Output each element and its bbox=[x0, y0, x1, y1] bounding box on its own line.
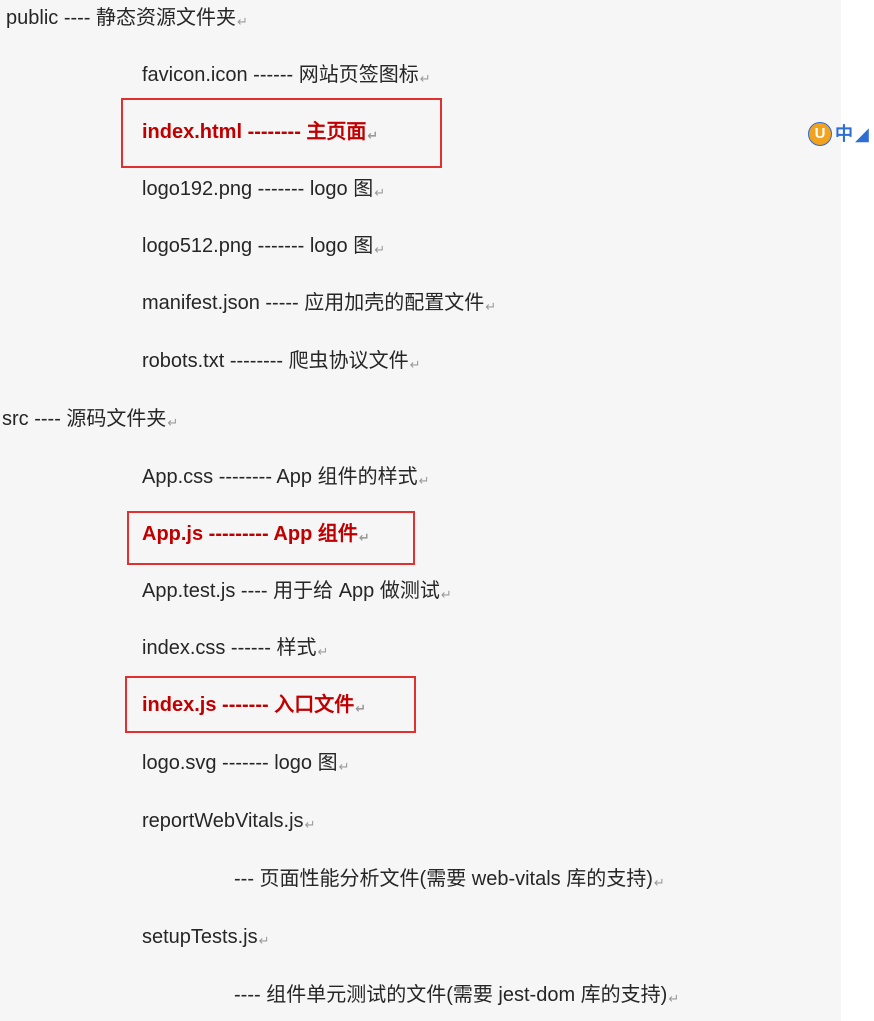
return-mark-icon: ↵ bbox=[485, 299, 497, 314]
return-mark-icon: ↵ bbox=[653, 875, 665, 890]
return-mark-icon: ↵ bbox=[258, 933, 270, 948]
doc-line-report-web-vitals: reportWebVitals.js↵ bbox=[142, 806, 315, 836]
doc-line-text: ---- 组件单元测试的文件(需要 jest-dom 库的支持) bbox=[234, 984, 668, 1006]
doc-line-text: src ---- 源码文件夹 bbox=[2, 408, 167, 430]
return-mark-icon: ↵ bbox=[419, 71, 431, 86]
doc-line-logo512: logo512.png ------- logo 图↵ bbox=[142, 231, 385, 261]
ime-logo-icon: U bbox=[808, 122, 832, 146]
return-mark-icon: ↵ bbox=[440, 587, 452, 602]
doc-line-setup-tests: setupTests.js↵ bbox=[142, 922, 270, 952]
doc-line-logo-svg: logo.svg ------- logo 图↵ bbox=[142, 748, 350, 778]
return-mark-icon: ↵ bbox=[358, 530, 370, 545]
doc-line-setup-tests-desc: ---- 组件单元测试的文件(需要 jest-dom 库的支持)↵ bbox=[234, 980, 679, 1010]
doc-line-text: logo.svg ------- logo 图 bbox=[142, 752, 338, 774]
doc-line-text: App.test.js ---- 用于给 App 做测试 bbox=[142, 580, 440, 602]
doc-line-index-html: index.html -------- 主页面↵ bbox=[142, 117, 378, 147]
return-mark-icon: ↵ bbox=[237, 14, 248, 29]
doc-line-text: App.css -------- App 组件的样式 bbox=[142, 466, 418, 488]
doc-line-text: index.css ------ 样式 bbox=[142, 637, 317, 659]
doc-line-text: reportWebVitals.js bbox=[142, 810, 304, 832]
doc-line-report-web-vitals-desc: --- 页面性能分析文件(需要 web-vitals 库的支持)↵ bbox=[234, 864, 665, 894]
return-mark-icon: ↵ bbox=[367, 128, 379, 143]
doc-line-favicon: favicon.icon ------ 网站页签图标↵ bbox=[142, 60, 431, 90]
doc-line-text: manifest.json ----- 应用加壳的配置文件 bbox=[142, 292, 485, 314]
doc-line-text: logo512.png ------- logo 图 bbox=[142, 235, 374, 257]
doc-line-text: logo192.png ------- logo 图 bbox=[142, 178, 374, 200]
return-mark-icon: ↵ bbox=[338, 759, 350, 774]
ime-mode-label: 中 bbox=[835, 124, 853, 145]
ime-moon-icon: ◢ bbox=[855, 124, 869, 145]
doc-line-manifest: manifest.json ----- 应用加壳的配置文件↵ bbox=[142, 288, 496, 318]
doc-line-text: setupTests.js bbox=[142, 926, 258, 948]
doc-line-text: App.js --------- App 组件 bbox=[142, 523, 358, 545]
doc-line-index-js: index.js ------- 入口文件↵ bbox=[142, 690, 366, 720]
return-mark-icon: ↵ bbox=[167, 415, 179, 430]
document-page: public ---- 静态资源文件夹↵ favicon.icon ------… bbox=[0, 0, 841, 1021]
doc-line-text: favicon.icon ------ 网站页签图标 bbox=[142, 64, 419, 86]
doc-line-text: robots.txt -------- 爬虫协议文件 bbox=[142, 350, 409, 372]
doc-line-index-css: index.css ------ 样式↵ bbox=[142, 633, 328, 663]
doc-line-app-js: App.js --------- App 组件↵ bbox=[142, 519, 370, 549]
return-mark-icon: ↵ bbox=[409, 357, 421, 372]
return-mark-icon: ↵ bbox=[668, 991, 680, 1006]
return-mark-icon: ↵ bbox=[374, 242, 386, 257]
return-mark-icon: ↵ bbox=[317, 644, 329, 659]
return-mark-icon: ↵ bbox=[374, 185, 386, 200]
doc-line-public: public ---- 静态资源文件夹↵ bbox=[6, 3, 248, 33]
doc-line-text: index.html -------- 主页面 bbox=[142, 121, 367, 143]
return-mark-icon: ↵ bbox=[418, 473, 430, 488]
doc-line-text: --- 页面性能分析文件(需要 web-vitals 库的支持) bbox=[234, 868, 653, 890]
doc-line-logo192: logo192.png ------- logo 图↵ bbox=[142, 174, 385, 204]
doc-line-text: index.js ------- 入口文件 bbox=[142, 694, 355, 716]
return-mark-icon: ↵ bbox=[304, 817, 316, 832]
doc-line-src: src ---- 源码文件夹↵ bbox=[2, 404, 178, 434]
doc-line-app-css: App.css -------- App 组件的样式↵ bbox=[142, 462, 429, 492]
ime-status-indicator[interactable]: U 中 ◢ bbox=[808, 120, 874, 146]
return-mark-icon: ↵ bbox=[355, 701, 367, 716]
doc-line-text: public ---- 静态资源文件夹 bbox=[6, 7, 237, 29]
doc-line-robots: robots.txt -------- 爬虫协议文件↵ bbox=[142, 346, 421, 376]
doc-line-app-test: App.test.js ---- 用于给 App 做测试↵ bbox=[142, 576, 452, 606]
